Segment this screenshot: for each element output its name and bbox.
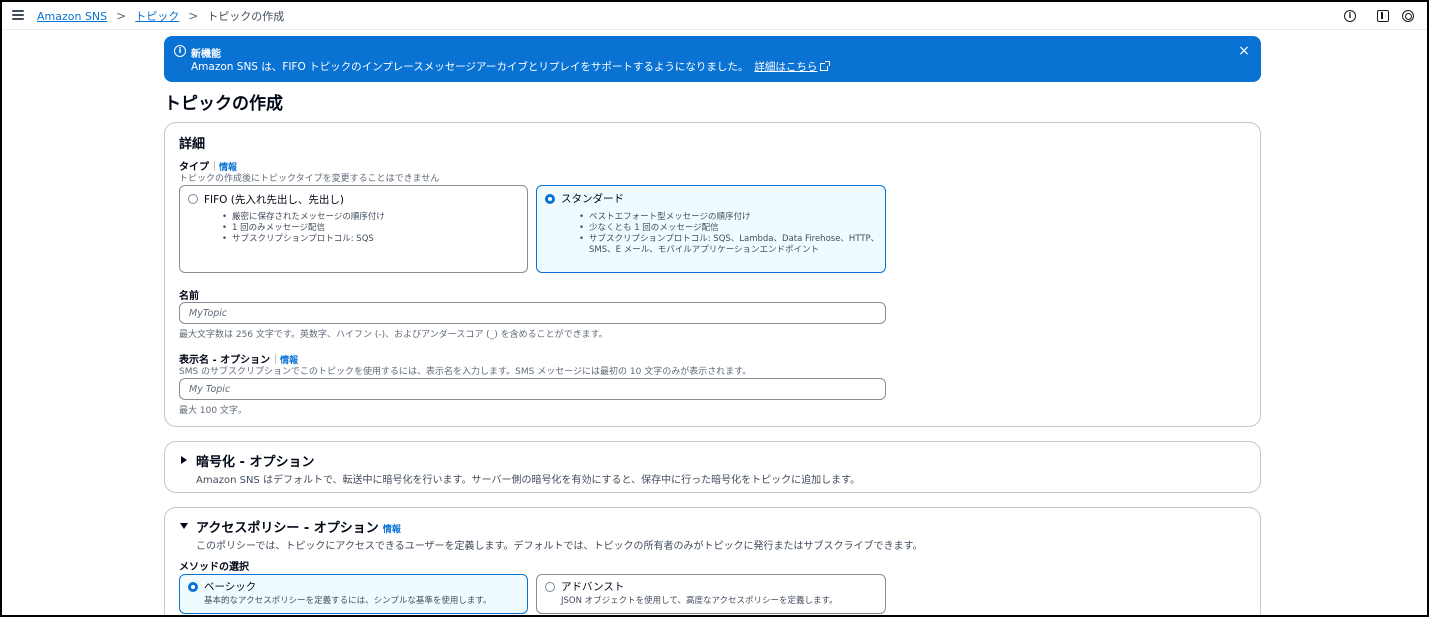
method-label: メソッドの選択 <box>179 562 249 573</box>
basic-tile[interactable]: ベーシック 基本的なアクセスポリシーを定義するには、シンプルな基準を使用します。 <box>179 574 528 614</box>
flash-title: 新機能 <box>191 49 221 60</box>
access-policy-heading-text[interactable]: アクセスポリシー - オプション <box>196 521 379 536</box>
list-item: ベストエフォート型メッセージの順序付け <box>579 212 879 223</box>
menu-icon[interactable] <box>12 10 24 20</box>
name-input[interactable] <box>179 302 886 324</box>
flash-banner: i 新機能 Amazon SNS は、FIFO トピックのインプレースメッセージ… <box>164 36 1261 82</box>
list-item: 少なくとも 1 回のメッセージ配信 <box>579 223 879 234</box>
access-policy-container: アクセスポリシー - オプション 情報 このポリシーでは、トピックにアクセスできる… <box>164 507 1261 617</box>
basic-radio[interactable] <box>188 582 198 592</box>
flash-message: Amazon SNS は、FIFO トピックのインプレースメッセージアーカイブと… <box>191 59 831 74</box>
fifo-title: FIFO (先入れ先出し、先出し) <box>204 194 344 206</box>
breadcrumb: Amazon SNS > トピック > トピックの作成 <box>37 8 284 24</box>
caret-right-icon[interactable] <box>181 456 187 464</box>
learn-more-link[interactable]: 詳細はこちら <box>754 61 817 73</box>
encryption-heading[interactable]: 暗号化 - オプション <box>196 451 314 470</box>
access-policy-heading: アクセスポリシー - オプション 情報 <box>196 517 401 536</box>
breadcrumb-current: トピックの作成 <box>207 10 285 23</box>
flash-message-text: Amazon SNS は、FIFO トピックのインプレースメッセージアーカイブと… <box>191 61 749 73</box>
name-label: 名前 <box>179 291 199 302</box>
details-container: 詳細 タイプ 情報 トピックの作成後にトピックタイプを変更することはできません F… <box>164 122 1261 427</box>
breadcrumb-amazon-sns[interactable]: Amazon SNS <box>37 10 107 23</box>
access-policy-info-link[interactable]: 情報 <box>383 525 401 535</box>
info-icon[interactable]: i <box>1344 10 1356 22</box>
display-name-hint: 最大 100 文字。 <box>179 406 247 416</box>
standard-features: ベストエフォート型メッセージの順序付け 少なくとも 1 回のメッセージ配信 サブ… <box>579 212 879 256</box>
panel-icon[interactable] <box>1377 10 1389 22</box>
fifo-features: 厳密に保存されたメッセージの順序付け 1 回のみメッセージ配信 サブスクリプショ… <box>222 212 385 245</box>
encryption-description: Amazon SNS はデフォルトで、転送中に暗号化を行います。サーバー側の暗号… <box>196 475 861 486</box>
list-item: 1 回のみメッセージ配信 <box>222 223 385 234</box>
advanced-title: アドバンスト <box>561 581 625 593</box>
encryption-container: 暗号化 - オプション Amazon SNS はデフォルトで、転送中に暗号化を行… <box>164 441 1261 493</box>
advanced-description: JSON オブジェクトを使用して、高度なアクセスポリシーを定義します。 <box>561 596 838 606</box>
close-icon[interactable]: × <box>1237 44 1251 58</box>
list-item: サブスクリプションプロトコル: SQS <box>222 234 385 245</box>
page-title: トピックの作成 <box>164 94 283 114</box>
fifo-radio[interactable] <box>188 194 198 204</box>
chevron-right-icon: > <box>116 9 127 23</box>
name-hint: 最大文字数は 256 文字です。英数字、ハイフン (-)、およびアンダースコア … <box>179 330 608 340</box>
display-name-description: SMS のサブスクリプションでこのトピックを使用するには、表示名を入力します。S… <box>179 367 752 377</box>
list-item-continuation: SMS、E メール、モバイルアプリケーションエンドポイント <box>589 245 820 255</box>
details-heading: 詳細 <box>179 137 206 152</box>
standard-tile[interactable]: スタンダード ベストエフォート型メッセージの順序付け 少なくとも 1 回のメッセ… <box>536 185 886 273</box>
divider <box>275 354 277 364</box>
advanced-tile[interactable]: アドバンスト JSON オブジェクトを使用して、高度なアクセスポリシーを定義しま… <box>536 574 886 614</box>
basic-description: 基本的なアクセスポリシーを定義するには、シンプルな基準を使用します。 <box>204 596 492 606</box>
divider <box>214 161 215 171</box>
chevron-right-icon: > <box>188 9 199 23</box>
standard-title: スタンダード <box>561 193 624 205</box>
top-navigation: Amazon SNS > トピック > トピックの作成 i <box>2 2 1427 30</box>
basic-title: ベーシック <box>204 581 257 593</box>
external-link-icon <box>820 61 831 71</box>
advanced-radio[interactable] <box>545 582 555 592</box>
type-description: トピックの作成後にトピックタイプを変更することはできません <box>179 174 440 184</box>
settings-icon[interactable] <box>1402 10 1414 22</box>
breadcrumb-topics[interactable]: トピック <box>135 8 179 24</box>
access-policy-description: このポリシーでは、トピックにアクセスできるユーザーを定義します。デフォルトでは、… <box>196 541 923 552</box>
fifo-tile[interactable]: FIFO (先入れ先出し、先出し) 厳密に保存されたメッセージの順序付け 1 回… <box>179 185 528 273</box>
info-icon: i <box>174 45 186 57</box>
caret-down-icon[interactable] <box>180 523 188 529</box>
list-item: サブスクリプションプロトコル: SQS、Lambda、Data Firehose… <box>579 234 879 245</box>
display-name-input[interactable] <box>179 378 886 400</box>
list-item: 厳密に保存されたメッセージの順序付け <box>222 212 385 223</box>
standard-radio[interactable] <box>545 194 555 204</box>
